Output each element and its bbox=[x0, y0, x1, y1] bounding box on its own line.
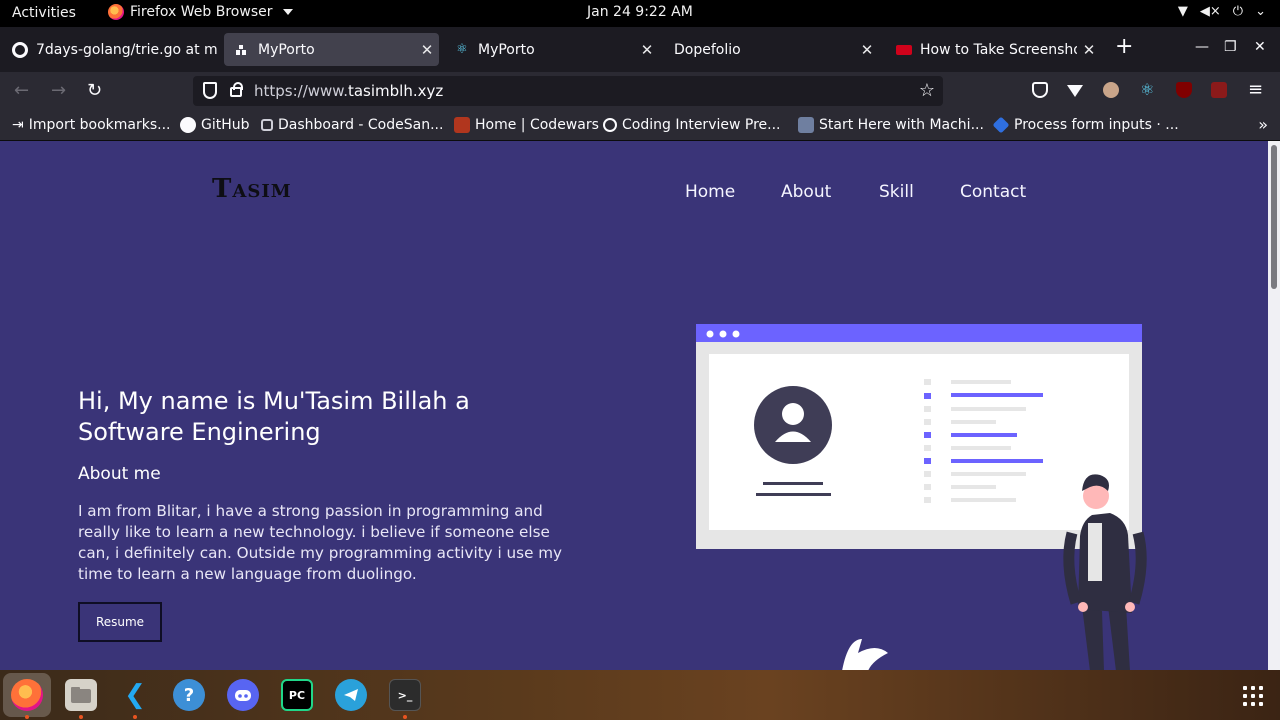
tab-title: 7days-golang/trie.go at m bbox=[36, 41, 217, 58]
ml-icon bbox=[798, 117, 814, 133]
url-bar[interactable]: https://www.tasimblh.xyz ☆ bbox=[193, 76, 943, 106]
new-tab-button[interactable]: + bbox=[1115, 34, 1133, 59]
tracking-protection-icon[interactable] bbox=[203, 82, 217, 99]
bookmarks-toolbar: ⇥ Import bookmarks... GitHub Dashboard - … bbox=[0, 110, 1280, 141]
reload-icon[interactable]: ↻ bbox=[87, 80, 102, 101]
extension-icon[interactable] bbox=[1211, 82, 1227, 98]
pocket-icon[interactable] bbox=[1032, 82, 1048, 98]
minimize-icon[interactable]: — bbox=[1195, 39, 1209, 55]
vscode-icon[interactable]: ❮ bbox=[119, 679, 151, 711]
hero-title: Hi, My name is Mu'Tasim Billah a Softwar… bbox=[78, 387, 470, 446]
about-heading: About me bbox=[78, 464, 161, 484]
scrollbar-thumb[interactable] bbox=[1271, 145, 1277, 289]
react-devtools-icon[interactable]: ⚛ bbox=[1140, 80, 1156, 99]
running-indicator bbox=[79, 715, 83, 719]
interview-icon bbox=[603, 118, 617, 132]
menu-icon[interactable]: ≡ bbox=[1248, 79, 1263, 100]
forward-icon[interactable]: → bbox=[51, 80, 66, 101]
bookmark-import[interactable]: ⇥ Import bookmarks... bbox=[12, 117, 171, 133]
firefox-icon[interactable] bbox=[11, 679, 43, 711]
running-indicator bbox=[25, 715, 29, 719]
files-icon[interactable] bbox=[65, 679, 97, 711]
system-top-bar: Activities Firefox Web Browser Jan 24 9:… bbox=[0, 0, 1280, 27]
bookmark-star-icon[interactable]: ☆ bbox=[919, 80, 935, 101]
bookmark-form-inputs[interactable]: Process form inputs · ... bbox=[992, 116, 1179, 134]
nav-link-about[interactable]: About bbox=[781, 182, 831, 202]
discord-icon[interactable] bbox=[227, 679, 259, 711]
react-icon: ⚛ bbox=[456, 42, 468, 57]
pycharm-icon[interactable]: PC bbox=[281, 679, 313, 711]
page-scrollbar[interactable] bbox=[1268, 141, 1280, 670]
bookmark-interview[interactable]: Coding Interview Pre... bbox=[603, 117, 780, 133]
tab-myporto-active[interactable]: MyPorto ✕ bbox=[224, 33, 439, 66]
tab-myporto[interactable]: ⚛ MyPorto ✕ bbox=[444, 33, 659, 66]
restore-icon[interactable]: ❐ bbox=[1224, 39, 1237, 55]
chevron-down-icon: ⌄ bbox=[1255, 4, 1266, 19]
clock[interactable]: Jan 24 9:22 AM bbox=[587, 4, 693, 20]
lock-icon[interactable] bbox=[230, 82, 243, 97]
profile-illustration bbox=[696, 324, 1147, 670]
power-icon: ⏻ bbox=[1232, 4, 1244, 19]
tab-title: Dopefolio bbox=[674, 41, 741, 58]
url-text[interactable]: https://www.tasimblh.xyz bbox=[254, 82, 443, 100]
terminal-icon[interactable]: >_ bbox=[389, 679, 421, 711]
bookmark-codesandbox[interactable]: Dashboard - CodeSan... bbox=[261, 117, 443, 133]
avatar-extension-icon[interactable] bbox=[1103, 82, 1119, 98]
wifi-icon: ▼ bbox=[1177, 4, 1188, 19]
hub-icon bbox=[896, 42, 912, 58]
help-icon[interactable]: ? bbox=[173, 679, 205, 711]
vue-devtools-icon[interactable] bbox=[1067, 85, 1083, 97]
tab-dopefolio[interactable]: Dopefolio ✕ bbox=[664, 33, 879, 66]
resume-button[interactable]: Resume bbox=[78, 602, 162, 642]
nav-link-contact[interactable]: Contact bbox=[960, 182, 1026, 202]
layers-icon bbox=[992, 116, 1010, 134]
tab-title: MyPorto bbox=[258, 41, 315, 58]
web-page: TASIM Home About Skill Contact Hi, My na… bbox=[0, 141, 1268, 670]
close-icon[interactable]: ✕ bbox=[1077, 41, 1101, 59]
bookmark-machine-learning[interactable]: Start Here with Machi... bbox=[798, 117, 984, 133]
navigation-toolbar: ← → ↻ https://www.tasimblh.xyz ☆ ⚛ ≡ bbox=[0, 72, 1280, 110]
tab-screenshot[interactable]: How to Take Screenshot ✕ bbox=[886, 33, 1101, 66]
activities-button[interactable]: Activities bbox=[12, 5, 76, 21]
back-icon[interactable]: ← bbox=[14, 80, 29, 101]
telegram-icon[interactable] bbox=[335, 679, 367, 711]
volume-mute-icon: ◀× bbox=[1199, 4, 1221, 19]
github-icon bbox=[12, 41, 28, 58]
site-icon bbox=[234, 42, 250, 58]
close-icon[interactable]: ✕ bbox=[415, 41, 439, 59]
chevron-right-icon[interactable]: » bbox=[1258, 115, 1268, 134]
site-logo[interactable]: TASIM bbox=[212, 174, 292, 204]
window-close-icon[interactable]: ✕ bbox=[1254, 39, 1266, 55]
running-indicator bbox=[403, 715, 407, 719]
codesandbox-icon bbox=[261, 119, 273, 131]
tab-title: How to Take Screenshot bbox=[920, 41, 1077, 58]
import-icon: ⇥ bbox=[12, 117, 24, 133]
tab-github[interactable]: 7days-golang/trie.go at m bbox=[2, 33, 217, 66]
chevron-down-icon bbox=[282, 9, 293, 15]
app-name: Firefox Web Browser bbox=[130, 4, 273, 20]
tab-title: MyPorto bbox=[478, 41, 535, 58]
nav-link-skill[interactable]: Skill bbox=[879, 182, 914, 202]
nav-link-home[interactable]: Home bbox=[685, 182, 735, 202]
running-indicator bbox=[133, 715, 137, 719]
close-icon[interactable]: ✕ bbox=[855, 41, 879, 59]
system-tray[interactable]: ▼ ◀× ⏻ ⌄ bbox=[1178, 4, 1266, 19]
about-text: I am from Blitar, i have a strong passio… bbox=[78, 502, 563, 583]
codewars-icon bbox=[454, 117, 470, 133]
show-apps-icon[interactable] bbox=[1243, 686, 1263, 706]
bookmark-github[interactable]: GitHub bbox=[180, 117, 250, 133]
close-icon[interactable]: ✕ bbox=[635, 41, 659, 59]
github-icon bbox=[180, 117, 196, 133]
ublock-icon[interactable] bbox=[1176, 82, 1192, 98]
bookmark-codewars[interactable]: Home | Codewars bbox=[454, 117, 599, 133]
firefox-icon bbox=[108, 4, 124, 20]
dock: ❮ ? PC >_ bbox=[0, 670, 1280, 720]
app-menu[interactable]: Firefox Web Browser bbox=[108, 4, 293, 20]
tab-strip: 7days-golang/trie.go at m MyPorto ✕ ⚛ My… bbox=[0, 27, 1280, 72]
